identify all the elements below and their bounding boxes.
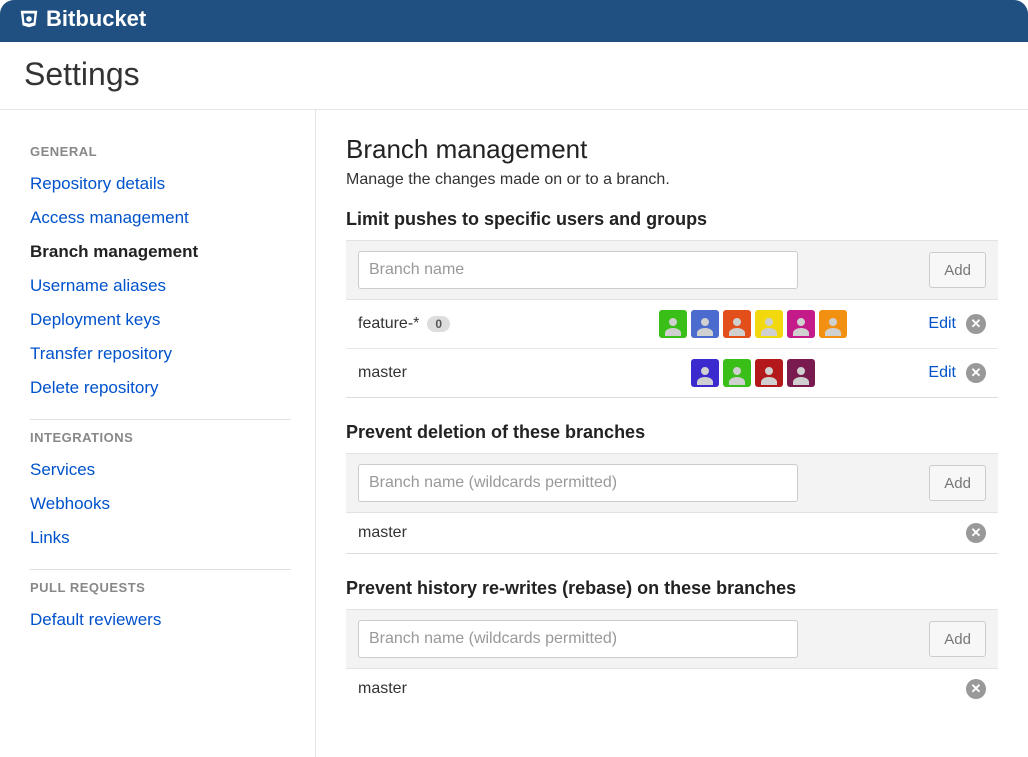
branch-name-cell: feature-* 0 — [358, 315, 578, 333]
settings-sidebar: GENERAL Repository details Access manage… — [0, 110, 316, 757]
nav-list-integrations: Services Webhooks Links — [30, 453, 291, 555]
sidebar-item-username-aliases[interactable]: Username aliases — [30, 276, 166, 295]
branch-name-input-limit[interactable] — [358, 251, 798, 289]
sidebar-item-links[interactable]: Links — [30, 528, 70, 547]
remove-icon[interactable]: ✕ — [966, 363, 986, 383]
avatar-icon[interactable] — [755, 310, 783, 338]
sidebar-item-webhooks[interactable]: Webhooks — [30, 494, 110, 513]
sidebar-item-default-reviewers[interactable]: Default reviewers — [30, 610, 161, 629]
sidebar-item-branch-management[interactable]: Branch management — [30, 242, 198, 261]
page-title: Settings — [24, 56, 1004, 93]
branch-row: master ✕ — [346, 513, 998, 553]
avatar-list — [578, 310, 928, 338]
sidebar-section-pull-requests: PULL REQUESTS — [30, 580, 291, 595]
section-prevent-rewrite: Prevent history re-writes (rebase) on th… — [346, 578, 998, 709]
nav-list-general: Repository details Access management Bra… — [30, 167, 291, 405]
section-title-limit: Limit pushes to specific users and group… — [346, 209, 998, 230]
content: GENERAL Repository details Access manage… — [0, 110, 1028, 757]
sidebar-section-integrations: INTEGRATIONS — [30, 430, 291, 445]
avatar-icon[interactable] — [691, 359, 719, 387]
remove-icon[interactable]: ✕ — [966, 679, 986, 699]
branch-name-input-prevent-rewrite[interactable] — [358, 620, 798, 658]
add-button-prevent-delete[interactable]: Add — [929, 465, 986, 501]
sidebar-section-general: GENERAL — [30, 144, 291, 159]
avatar-icon[interactable] — [723, 359, 751, 387]
avatar-icon[interactable] — [691, 310, 719, 338]
branch-name-cell: master — [358, 364, 578, 382]
branch-name-cell: master — [358, 680, 578, 698]
sidebar-item-transfer-repository[interactable]: Transfer repository — [30, 344, 172, 363]
edit-link[interactable]: Edit — [928, 364, 956, 382]
row-actions: Edit ✕ — [928, 314, 986, 334]
section-prevent-deletion: Prevent deletion of these branches Add m… — [346, 422, 998, 554]
branch-row: master Edit ✕ — [346, 349, 998, 397]
sidebar-item-services[interactable]: Services — [30, 460, 95, 479]
row-actions: ✕ — [966, 679, 986, 699]
section-title-prevent-delete: Prevent deletion of these branches — [346, 422, 998, 443]
main-panel: Branch management Manage the changes mad… — [316, 110, 1028, 757]
edit-link[interactable]: Edit — [928, 315, 956, 333]
sidebar-item-deployment-keys[interactable]: Deployment keys — [30, 310, 160, 329]
main-subtitle: Manage the changes made on or to a branc… — [346, 171, 998, 189]
remove-icon[interactable]: ✕ — [966, 314, 986, 334]
nav-list-pull-requests: Default reviewers — [30, 603, 291, 637]
branch-name-cell: master — [358, 524, 578, 542]
avatar-icon[interactable] — [787, 359, 815, 387]
avatar-icon[interactable] — [819, 310, 847, 338]
branch-name-input-prevent-delete[interactable] — [358, 464, 798, 502]
avatar-icon[interactable] — [723, 310, 751, 338]
input-row-prevent-rewrite: Add — [346, 609, 998, 669]
brand[interactable]: Bitbucket — [18, 6, 146, 32]
branch-name-text: master — [358, 680, 407, 698]
divider — [30, 569, 291, 570]
section-limit-pushes: Limit pushes to specific users and group… — [346, 209, 998, 398]
page-title-bar: Settings — [0, 42, 1028, 110]
avatar-icon[interactable] — [659, 310, 687, 338]
sidebar-item-delete-repository[interactable]: Delete repository — [30, 378, 159, 397]
input-row-limit: Add — [346, 240, 998, 300]
avatar-icon[interactable] — [787, 310, 815, 338]
sidebar-item-access-management[interactable]: Access management — [30, 208, 189, 227]
branch-row: feature-* 0 Edit ✕ — [346, 300, 998, 349]
brand-name: Bitbucket — [46, 6, 146, 32]
app-header: Bitbucket — [0, 0, 1028, 42]
add-button-prevent-rewrite[interactable]: Add — [929, 621, 986, 657]
row-actions: ✕ — [966, 523, 986, 543]
remove-icon[interactable]: ✕ — [966, 523, 986, 543]
branch-name-text: master — [358, 524, 407, 542]
section-title-prevent-rewrite: Prevent history re-writes (rebase) on th… — [346, 578, 998, 599]
divider — [30, 419, 291, 420]
branch-row: master ✕ — [346, 669, 998, 709]
main-title: Branch management — [346, 134, 998, 165]
input-row-prevent-delete: Add — [346, 453, 998, 513]
sidebar-item-repository-details[interactable]: Repository details — [30, 174, 165, 193]
add-button-limit[interactable]: Add — [929, 252, 986, 288]
bitbucket-logo-icon — [18, 8, 40, 30]
avatar-list — [578, 359, 928, 387]
avatar-icon[interactable] — [755, 359, 783, 387]
branch-name-text: master — [358, 364, 407, 382]
row-actions: Edit ✕ — [928, 363, 986, 383]
count-badge: 0 — [427, 316, 450, 332]
branch-name-text: feature-* — [358, 315, 419, 333]
